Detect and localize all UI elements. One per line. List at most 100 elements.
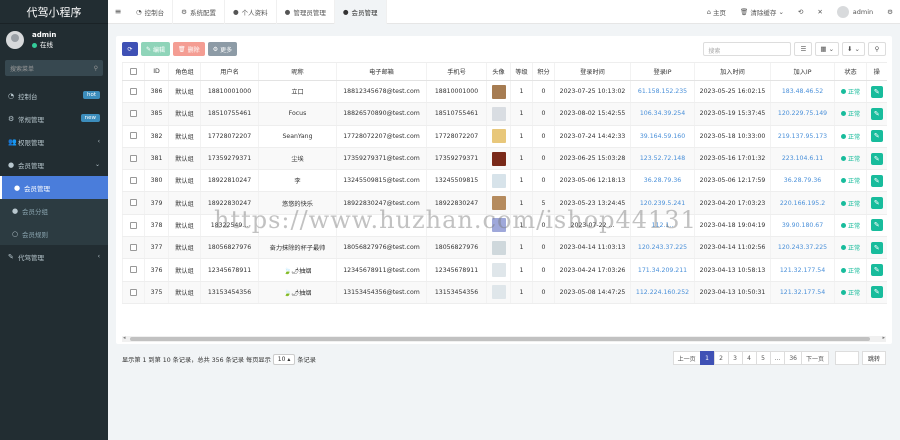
row-checkbox-cell[interactable] [122, 281, 145, 304]
sidebar-search[interactable]: 搜索菜单 ⚲ [5, 60, 103, 76]
column-header[interactable]: 操 [866, 62, 887, 81]
edit-row-button[interactable]: ✎ [870, 219, 883, 232]
sidebar-item-auth[interactable]: 👥 权限管理 ‹ [0, 130, 108, 153]
row-checkbox-cell[interactable] [122, 258, 145, 282]
row-checkbox-cell[interactable] [122, 236, 145, 260]
column-header[interactable]: 等级 [510, 62, 533, 81]
scroll-right-icon[interactable]: ▸ [882, 335, 885, 341]
avatar[interactable] [491, 84, 506, 99]
checkbox[interactable] [130, 243, 137, 251]
checkbox[interactable] [130, 199, 137, 207]
edit-row-button[interactable]: ✎ [870, 241, 883, 254]
page-button[interactable]: 4 [741, 351, 757, 365]
page-button[interactable]: 5 [755, 351, 771, 365]
edit-row-button[interactable]: ✎ [870, 107, 883, 120]
export-button[interactable]: ⬇ ⌄ [842, 42, 865, 56]
sidebar-item-member-group[interactable]: ● 会员分组 [0, 199, 108, 222]
checkbox[interactable] [130, 288, 137, 296]
avatar[interactable] [491, 106, 506, 121]
avatar[interactable] [491, 263, 506, 278]
search-icon[interactable]: ⚲ [94, 65, 98, 72]
columns-button[interactable]: ▦ ⌄ [815, 42, 840, 56]
more-button[interactable]: ⚙ 更多 [207, 42, 238, 56]
column-header[interactable]: 积分 [532, 62, 555, 81]
sidebar-item-general[interactable]: ⚙ 常规管理 new [0, 107, 108, 130]
edit-row-button[interactable]: ✎ [870, 85, 883, 98]
page-button[interactable]: 2 [713, 351, 729, 365]
sidebar-item-member[interactable]: ● 会员管理 ⌄ [0, 153, 108, 176]
edit-row-button[interactable]: ✎ [870, 286, 883, 299]
column-header[interactable]: 头像 [486, 62, 511, 81]
row-checkbox-cell[interactable] [122, 80, 145, 104]
delete-button[interactable]: 🗑 删除 [173, 42, 205, 56]
table-row[interactable]: 375 默认组 13153454356 🍃🌶抽烟 13153454356@test.co… [122, 281, 887, 304]
avatar[interactable] [491, 151, 506, 166]
table-row[interactable]: 376 默认组 12345678911 🍃🌶抽烟 12345678911@test.co… [122, 258, 887, 282]
table-row[interactable]: 382 默认组 17728072207 SeanYang 17728072207@tes… [122, 125, 887, 148]
row-checkbox-cell[interactable] [122, 214, 145, 238]
sidebar-item-member-rule[interactable]: ○ 会员规则 [0, 222, 108, 245]
home-link[interactable]: ⌂ 主页 [700, 7, 733, 17]
column-header[interactable]: 加入IP [770, 62, 835, 81]
page-button[interactable]: 1 [699, 351, 715, 365]
edit-row-button[interactable]: ✎ [870, 174, 883, 187]
edit-button[interactable]: ✎ 编辑 [141, 42, 171, 56]
table-row[interactable]: 377 默认组 18056827976 奋力抹除的杯子最帅 18056827976@te… [122, 236, 887, 260]
table-row[interactable]: 381 默认组 17359279371 尘埃 17359279371@test.com 1… [122, 147, 887, 171]
column-header[interactable]: 状态 [834, 62, 867, 81]
horizontal-scrollbar[interactable]: ◂ ▸ [122, 335, 886, 342]
avatar[interactable] [491, 240, 506, 255]
column-header[interactable]: 用户名 [200, 62, 259, 81]
clear-cache-button[interactable]: 🗑 清除缓存 ⌄ [733, 7, 791, 17]
column-header[interactable]: 电子邮箱 [336, 62, 427, 81]
avatar[interactable] [491, 285, 506, 300]
scroll-left-icon[interactable]: ◂ [123, 335, 126, 341]
page-jump-input[interactable] [834, 351, 859, 365]
checkbox[interactable] [130, 132, 137, 140]
page-button[interactable]: 3 [727, 351, 743, 365]
checkbox[interactable] [130, 87, 137, 95]
checkbox[interactable] [130, 110, 137, 118]
settings-icon[interactable]: ⚙ [880, 8, 900, 16]
avatar[interactable] [491, 196, 506, 211]
row-checkbox-cell[interactable] [122, 125, 145, 148]
row-checkbox-cell[interactable] [122, 169, 145, 193]
sidebar-item-member-manage[interactable]: ● 会员管理 [0, 176, 108, 199]
page-next-button[interactable]: 下一页 [800, 351, 829, 365]
tab-system-config[interactable]: ⚙ 系统配置 [173, 0, 225, 24]
avatar[interactable] [491, 218, 506, 233]
checkbox[interactable] [130, 177, 137, 185]
column-header[interactable]: 昵称 [258, 62, 337, 81]
table-row[interactable]: 386 默认组 18810001000 立口 18812345678@test.com 1… [122, 80, 887, 104]
page-jump-button[interactable]: 跳转 [861, 351, 886, 365]
column-header[interactable]: 手机号 [426, 62, 487, 81]
multilang-icon[interactable]: ⟲ [791, 8, 810, 16]
scrollbar-thumb[interactable] [130, 337, 870, 341]
fullscreen-icon[interactable]: ✕ [810, 8, 829, 16]
table-row[interactable]: 380 默认组 18922810247 李 13245509815@test.com 13… [122, 169, 887, 193]
avatar[interactable] [491, 173, 506, 188]
sidebar-item-driver[interactable]: ✎ 代驾管理 ‹ [0, 245, 108, 268]
user-menu[interactable]: admin [830, 5, 880, 18]
edit-row-button[interactable]: ✎ [870, 264, 883, 277]
checkbox[interactable] [130, 266, 137, 274]
edit-row-button[interactable]: ✎ [870, 197, 883, 210]
search-toggle-button[interactable]: ⚲ [868, 42, 886, 56]
row-checkbox-cell[interactable] [122, 191, 145, 215]
tab-admin-manage[interactable]: ● 管理员管理 [277, 0, 335, 24]
table-row[interactable]: 379 默认组 18922830247 悠悠的快乐 18922830247@test.c… [122, 191, 887, 215]
page-button[interactable]: 36 [784, 351, 802, 365]
row-checkbox-cell[interactable] [122, 102, 145, 126]
tab-member-manage[interactable]: ● 会员管理 [334, 0, 387, 24]
sidebar-search-input[interactable]: 搜索菜单 [10, 64, 34, 73]
table-row[interactable]: 378 默认组 18322549... 1 0 2023-07-22 ... 112.1..… [122, 214, 887, 238]
avatar[interactable] [491, 129, 506, 144]
column-header[interactable]: 加入时间 [694, 62, 771, 81]
column-header[interactable]: 角色组 [168, 62, 201, 81]
page-size-select[interactable]: 10 ▴ [272, 354, 296, 365]
toggle-view-button[interactable]: ☰ [794, 42, 813, 56]
refresh-button[interactable]: ⟳ [122, 42, 138, 56]
checkbox[interactable] [130, 221, 137, 229]
tab-profile[interactable]: ● 个人资料 [225, 0, 277, 24]
row-checkbox-cell[interactable] [122, 147, 145, 171]
